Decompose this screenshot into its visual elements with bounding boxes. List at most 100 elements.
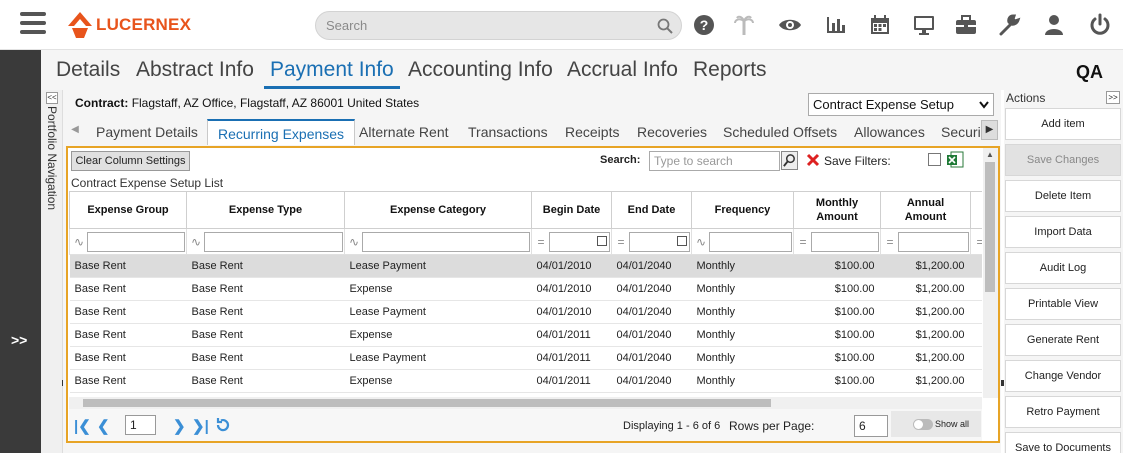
col-header-annual-amount[interactable]: Annual Amount (880, 191, 971, 229)
calendar-icon[interactable] (866, 10, 894, 40)
table-row[interactable]: Base Rent Base Rent Lease Payment 04/01/… (69, 346, 982, 370)
import-data-button[interactable]: Import Data (1005, 216, 1121, 248)
filter-operator-icon[interactable]: = (533, 235, 549, 249)
col-header-monthly-amount[interactable]: Monthly Amount (793, 191, 881, 229)
cell-expense-type: Base Rent (186, 369, 345, 393)
col-header-frequency[interactable]: Frequency (691, 191, 794, 229)
subtab-scheduled-offsets[interactable]: Scheduled Offsets (723, 124, 837, 140)
wrench-icon[interactable] (996, 10, 1024, 40)
horizontal-scroll-thumb[interactable] (83, 399, 771, 407)
generate-rent-button[interactable]: Generate Rent (1005, 324, 1121, 356)
subtab-receipts[interactable]: Receipts (565, 124, 619, 140)
power-icon[interactable] (1086, 10, 1114, 40)
first-page-icon[interactable]: |❮ (74, 417, 91, 435)
filter-operator-icon[interactable]: = (795, 235, 811, 249)
add-item-button[interactable]: Add item (1005, 108, 1121, 140)
table-row[interactable]: Base Rent Base Rent Expense 04/01/2011 0… (69, 323, 982, 347)
table-row[interactable]: Base Rent Base Rent Lease Payment 04/01/… (69, 254, 982, 278)
filter-frequency[interactable] (709, 231, 792, 252)
col-header-expense-group[interactable]: Expense Group (69, 191, 187, 229)
portfolio-nav-collapse-button[interactable]: << (46, 92, 58, 104)
filter-operator-icon[interactable]: = (972, 235, 982, 249)
retro-payment-button[interactable]: Retro Payment (1005, 396, 1121, 428)
next-page-icon[interactable]: ❯ (173, 417, 186, 435)
refresh-icon[interactable] (215, 417, 231, 433)
briefcase-icon[interactable] (952, 10, 980, 40)
last-page-icon[interactable]: ❯| (192, 417, 209, 435)
toggle-switch[interactable] (913, 419, 933, 430)
printable-view-button[interactable]: Printable View (1005, 288, 1121, 320)
subtab-alternate-rent[interactable]: Alternate Rent (359, 124, 449, 140)
filter-operator-icon[interactable]: = (613, 235, 629, 249)
filter-monthly-amount[interactable] (811, 231, 879, 252)
change-vendor-button[interactable]: Change Vendor (1005, 360, 1121, 392)
clear-filters-icon[interactable] (806, 153, 820, 167)
grid-search-input[interactable] (649, 151, 780, 171)
expand-sidebar-button[interactable]: >> (11, 332, 27, 348)
page-number-input[interactable]: 1 (125, 415, 156, 435)
subtab-recoveries[interactable]: Recoveries (637, 124, 707, 140)
save-filters-checkbox[interactable] (928, 153, 941, 166)
filter-end-date[interactable] (629, 231, 690, 252)
filter-expense-category[interactable] (362, 231, 530, 252)
bar-chart-icon[interactable] (822, 10, 850, 40)
col-header-begin-date[interactable]: Begin Date (531, 191, 612, 229)
tab-reports[interactable]: Reports (693, 58, 767, 82)
delete-item-button[interactable]: Delete Item (1005, 180, 1121, 212)
calendar-icon[interactable] (677, 235, 687, 246)
previous-page-icon[interactable]: ❮ (97, 417, 110, 435)
excel-export-icon[interactable] (946, 151, 964, 168)
filter-begin-date[interactable] (549, 231, 610, 252)
col-header-end-date[interactable]: End Date (611, 191, 692, 229)
tab-abstract-info[interactable]: Abstract Info (136, 58, 254, 82)
tab-accrual-info[interactable]: Accrual Info (567, 58, 678, 82)
tab-details[interactable]: Details (56, 58, 120, 82)
save-changes-button[interactable]: Save Changes (1005, 144, 1121, 176)
setup-select[interactable]: Contract Expense Setup (808, 93, 994, 116)
portfolio-nav-label[interactable]: Portfolio Navigation (45, 106, 59, 210)
filter-operator-icon[interactable]: ∿ (188, 235, 204, 249)
clear-column-settings-button[interactable]: Clear Column Settings (71, 151, 190, 171)
grid-vertical-scrollbar[interactable]: ▲ (983, 148, 998, 398)
subtab-securities[interactable]: Securi (941, 124, 981, 140)
vertical-scroll-thumb[interactable] (985, 162, 995, 292)
scroll-up-icon[interactable]: ▲ (986, 150, 994, 159)
table-row[interactable]: Base Rent Base Rent Expense 04/01/2010 0… (69, 277, 982, 301)
tab-payment-info[interactable]: Payment Info (264, 58, 400, 89)
col-header-expense-type[interactable]: Expense Type (186, 191, 345, 229)
subtab-transactions[interactable]: Transactions (468, 124, 548, 140)
actions-collapse-button[interactable]: >> (1106, 91, 1120, 104)
rows-per-page-input[interactable]: 6 (854, 415, 888, 437)
tab-accounting-info[interactable]: Accounting Info (408, 58, 553, 82)
search-icon[interactable] (657, 18, 673, 34)
subtabs-scroll-left-icon[interactable]: ◀ (67, 121, 83, 139)
table-row[interactable]: Base Rent Base Rent Lease Payment 04/01/… (69, 300, 982, 324)
table-row[interactable]: Base Rent Base Rent Expense 04/01/2011 0… (69, 369, 982, 393)
monitor-icon[interactable] (910, 10, 938, 40)
show-all-toggle[interactable]: Show all (891, 411, 981, 437)
audit-log-button[interactable]: Audit Log (1005, 252, 1121, 284)
subtab-allowances[interactable]: Allowances (854, 124, 925, 140)
filter-operator-icon[interactable]: ∿ (346, 235, 362, 249)
filter-operator-icon[interactable]: = (882, 235, 898, 249)
subtab-recurring-expenses[interactable]: Recurring Expenses (207, 119, 356, 145)
user-icon[interactable] (1040, 10, 1068, 40)
save-to-documents-button[interactable]: Save to Documents (1005, 432, 1121, 453)
filter-operator-icon[interactable]: ∿ (693, 235, 709, 249)
col-header-expense-category[interactable]: Expense Category (344, 191, 532, 229)
eye-icon[interactable] (776, 10, 804, 40)
filter-expense-type[interactable] (204, 231, 343, 252)
filter-annual-amount[interactable] (898, 231, 969, 252)
subtabs-scroll-right-icon[interactable]: ▶ (981, 120, 998, 140)
calendar-icon[interactable] (597, 235, 607, 246)
grid-horizontal-scrollbar[interactable] (69, 397, 982, 409)
hamburger-menu-icon[interactable] (20, 12, 46, 36)
logo[interactable]: LUCERNEX (68, 11, 191, 39)
filter-expense-group[interactable] (87, 231, 185, 252)
palm-tree-icon[interactable] (730, 10, 758, 40)
subtab-payment-details[interactable]: Payment Details (96, 124, 198, 140)
help-icon[interactable]: ? (690, 10, 718, 40)
filter-operator-icon[interactable]: ∿ (71, 235, 87, 249)
grid-search-button[interactable] (781, 151, 798, 170)
global-search-input[interactable] (316, 12, 646, 39)
